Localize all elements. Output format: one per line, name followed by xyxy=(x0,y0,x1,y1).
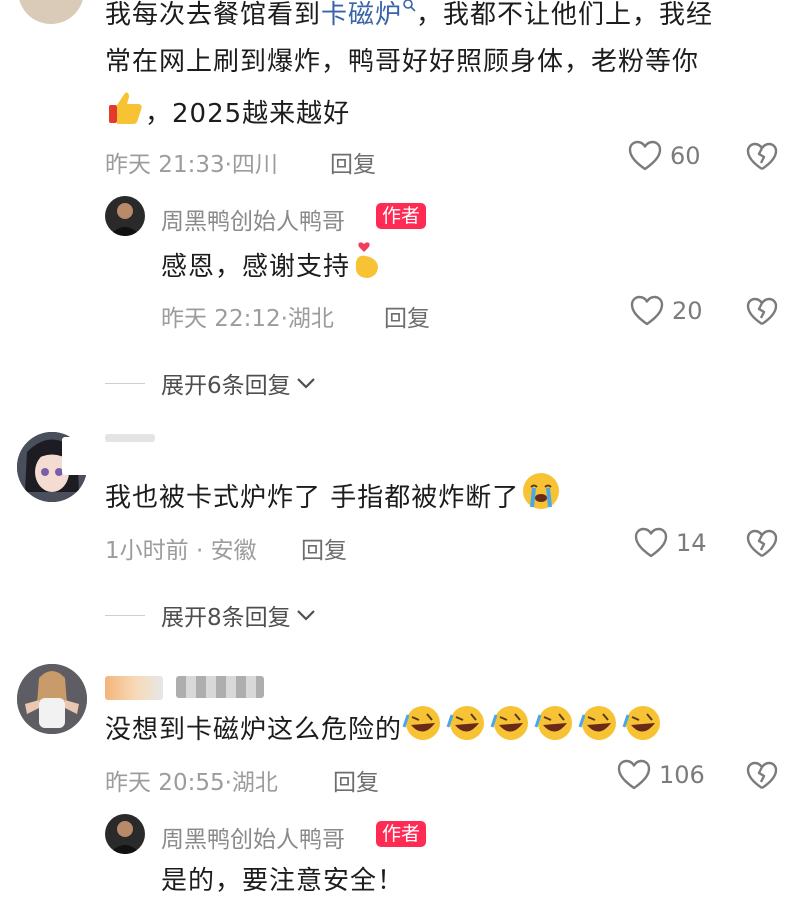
comment-meta: 昨天 20:55·湖北 xyxy=(105,770,278,796)
reply-text: 是的，要注意安全！ xyxy=(161,866,405,896)
dislike-button[interactable] xyxy=(746,761,778,795)
author-name[interactable]: 周黑鸭创始人鸭哥 xyxy=(161,820,345,854)
like-count: 20 xyxy=(672,297,703,325)
heart-icon xyxy=(617,759,651,790)
rofl-emoji xyxy=(578,706,617,740)
broken-heart-icon xyxy=(746,142,778,170)
comment-meta: 1小时前 · 安徽 xyxy=(105,538,257,564)
thumbs-up-emoji xyxy=(105,87,145,142)
expand-label: 展开6条回复 xyxy=(161,373,291,399)
reply-button[interactable]: 回复 xyxy=(330,145,376,179)
username-blurred xyxy=(62,437,92,475)
broken-heart-icon xyxy=(746,297,778,325)
like-button[interactable]: 106 xyxy=(617,759,705,791)
dislike-button[interactable] xyxy=(746,142,778,176)
author-badge: 作者 xyxy=(376,821,427,847)
like-count: 14 xyxy=(676,529,707,557)
avatar[interactable] xyxy=(18,0,84,24)
username-blurred xyxy=(105,676,163,700)
rofl-emoji xyxy=(622,706,661,740)
comment-location: 湖北 xyxy=(231,770,278,796)
heart-icon xyxy=(630,295,664,326)
like-count: 60 xyxy=(670,142,701,170)
author-badge: 作者 xyxy=(376,203,427,229)
finger-heart-emoji xyxy=(350,240,384,295)
comment-meta: 昨天 21:33·四川 xyxy=(105,152,278,178)
author-avatar[interactable] xyxy=(105,196,145,236)
divider xyxy=(105,382,145,384)
dislike-button[interactable] xyxy=(746,297,778,331)
broken-heart-icon xyxy=(746,761,778,789)
like-count: 106 xyxy=(659,761,705,789)
reply-time: 昨天 22:12 xyxy=(161,306,281,332)
rofl-emoji xyxy=(534,706,573,740)
heart-icon xyxy=(634,527,668,558)
avatar[interactable] xyxy=(17,664,87,734)
divider xyxy=(105,614,145,616)
broken-heart-icon xyxy=(746,529,778,557)
keyword-link[interactable]: 卡磁炉 xyxy=(321,0,416,30)
comment-location: 安徽 xyxy=(210,538,257,564)
crying-emoji xyxy=(521,471,561,526)
reply-meta: 昨天 22:12·湖北 xyxy=(161,306,334,332)
comment-text: 我每次去餐馆看到卡磁炉 ，我都不让他们上，我经 xyxy=(105,0,714,30)
username-blurred xyxy=(105,434,155,442)
like-button[interactable]: 20 xyxy=(630,295,703,327)
expand-label: 展开8条回复 xyxy=(161,605,291,631)
comment-time: 1小时前 xyxy=(105,538,189,564)
like-button[interactable]: 60 xyxy=(628,140,701,172)
comment-time: 昨天 21:33 xyxy=(105,152,225,178)
reply-button[interactable]: 回复 xyxy=(333,763,379,797)
reply-button[interactable]: 回复 xyxy=(384,299,430,333)
search-icon xyxy=(403,0,416,12)
reply-button[interactable]: 回复 xyxy=(301,531,347,565)
rofl-emoji xyxy=(446,706,485,740)
rofl-emoji-row xyxy=(402,703,666,758)
heart-icon xyxy=(628,140,662,171)
chevron-down-icon xyxy=(296,378,315,389)
comment-text-line: ，2025越来越好 xyxy=(105,87,350,142)
reply-location: 湖北 xyxy=(287,306,334,332)
comment-text-line: 常在网上刷到爆炸，鸭哥好好照顾身体，老粉等你 xyxy=(105,47,700,77)
like-button[interactable]: 14 xyxy=(634,527,707,559)
dislike-button[interactable] xyxy=(746,529,778,563)
comment-text: 我也被卡式炉炸了 手指都被炸断了 xyxy=(105,471,561,526)
username-blurred xyxy=(176,676,264,698)
expand-replies[interactable]: 展开6条回复 xyxy=(105,366,317,400)
comment-location: 四川 xyxy=(231,152,278,178)
rofl-emoji xyxy=(490,706,529,740)
comment-time: 昨天 20:55 xyxy=(105,770,225,796)
reply-text: 感恩，感谢支持 xyxy=(161,240,384,295)
rofl-emoji xyxy=(402,706,441,740)
author-name[interactable]: 周黑鸭创始人鸭哥 xyxy=(161,202,345,236)
expand-replies[interactable]: 展开8条回复 xyxy=(105,598,317,632)
comment-text: 没想到卡磁炉这么危险的 xyxy=(105,703,666,758)
chevron-down-icon xyxy=(296,610,315,621)
author-avatar[interactable] xyxy=(105,814,145,854)
